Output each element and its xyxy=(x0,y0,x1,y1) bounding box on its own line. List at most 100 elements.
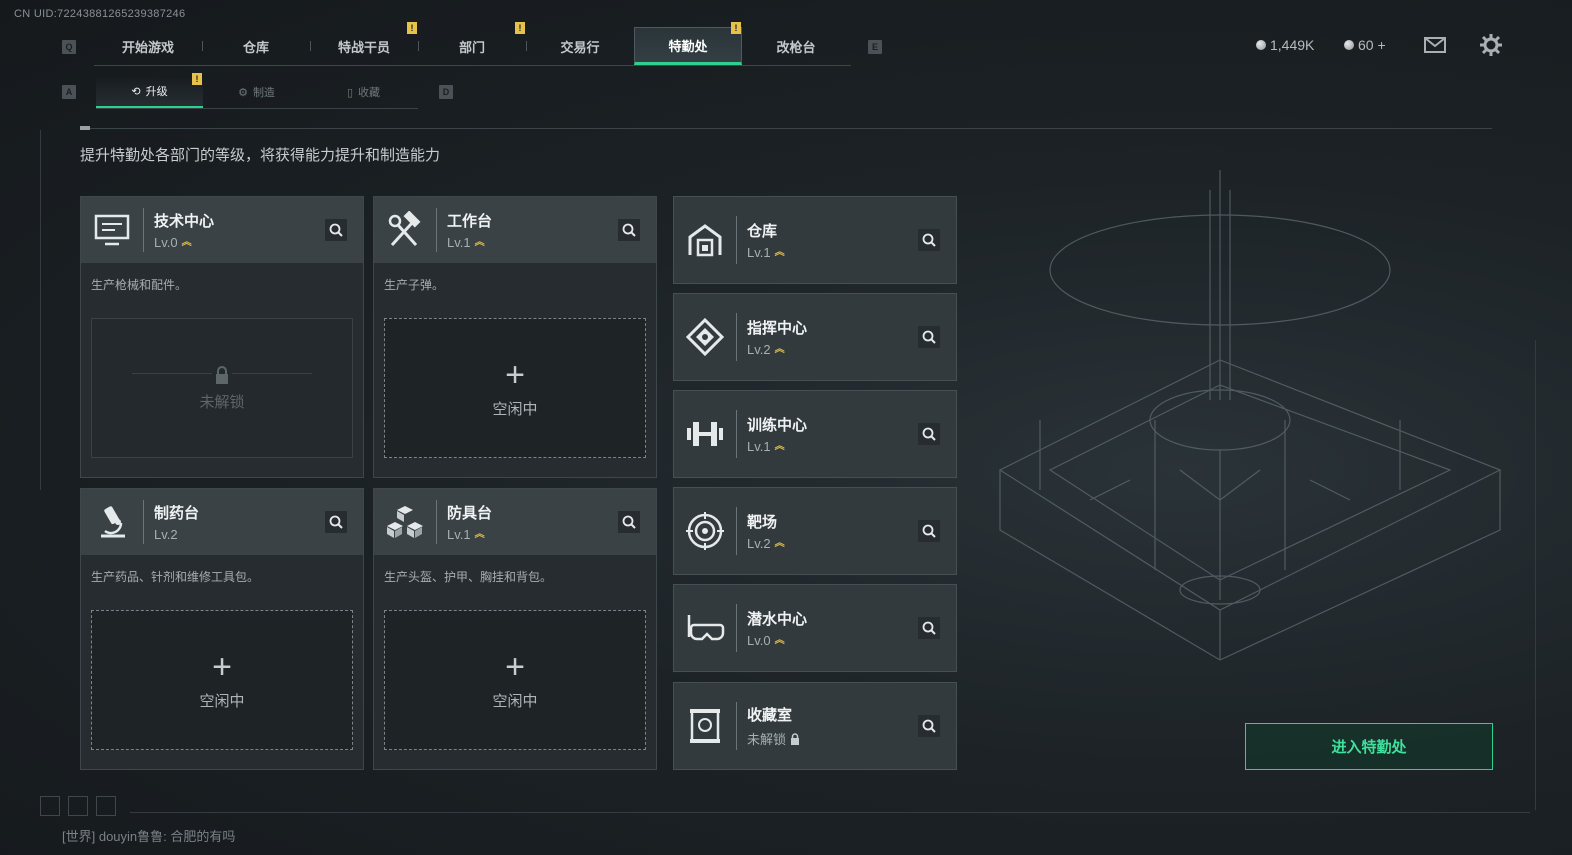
collection-icon: ▯ xyxy=(346,86,354,99)
card-level: Lv.1 ︽ xyxy=(747,245,785,260)
alert-badge: ! xyxy=(192,73,202,85)
tab-warehouse[interactable]: 仓库 xyxy=(202,27,310,65)
tab-label: 特战干员 xyxy=(337,39,390,55)
search-icon[interactable] xyxy=(618,219,640,241)
level-text: 未解锁 xyxy=(747,732,787,747)
list-item-training-center[interactable]: 训练中心 Lv.1 ︽ xyxy=(673,390,957,478)
card-info: 靶场 Lv.2 ︽ xyxy=(747,511,785,551)
card-pharmacy: 制药台 Lv.2 生产药品、针剂和维修工具包。 + 空闲中 xyxy=(80,488,364,770)
list-item-shooting-range[interactable]: 靶场 Lv.2 ︽ xyxy=(673,487,957,575)
subtab-label: 制造 xyxy=(252,87,275,99)
divider xyxy=(130,812,1530,813)
alert-badge: ! xyxy=(407,22,417,34)
command-emblem-icon xyxy=(674,293,736,381)
coin-balance[interactable]: 1,449K xyxy=(1256,37,1314,53)
upgrade-icon: ⟲ xyxy=(131,85,141,98)
subtab-collection[interactable]: ▯ 收藏 xyxy=(310,76,417,108)
card-header: 制药台 Lv.2 xyxy=(81,489,363,555)
card-info: 制药台 Lv.2 xyxy=(154,502,199,542)
upgrade-available-icon: ︽ xyxy=(181,236,192,248)
level-text: Lv.0 xyxy=(747,633,771,648)
level-text: Lv.0 xyxy=(154,235,178,250)
frame-line xyxy=(1535,340,1536,810)
upgrade-available-icon: ︽ xyxy=(774,440,785,452)
list-item-command-center[interactable]: 指挥中心 Lv.2 ︽ xyxy=(673,293,957,381)
divider xyxy=(436,500,437,544)
target-icon xyxy=(674,487,736,575)
subtab-label: 收藏 xyxy=(358,87,381,99)
tab-label: 交易行 xyxy=(560,39,600,55)
tab-label: 特勤处 xyxy=(668,38,708,54)
search-icon[interactable] xyxy=(918,326,940,348)
tab-operators[interactable]: 特战干员 xyxy=(310,27,418,65)
mail-icon[interactable] xyxy=(1424,37,1446,58)
card-title: 指挥中心 xyxy=(747,320,808,337)
ticket-balance[interactable]: 60 + xyxy=(1344,37,1386,53)
chat-message[interactable]: [世界] douyin鲁鲁: 合肥的有吗 xyxy=(62,826,235,845)
tab-gunsmith[interactable]: 改枪台 xyxy=(742,27,850,65)
production-slot[interactable]: + 空闲中 xyxy=(384,610,646,750)
divider xyxy=(202,41,203,51)
card-level: Lv.1 ︽ xyxy=(747,439,807,454)
divider xyxy=(526,41,527,51)
search-icon[interactable] xyxy=(918,520,940,542)
chat-settings-button[interactable] xyxy=(96,796,116,816)
production-slot-locked: 未解锁 xyxy=(91,318,353,458)
slot-status: 空闲中 xyxy=(199,692,245,710)
divider xyxy=(736,604,737,652)
settings-gear-icon[interactable] xyxy=(1480,34,1502,61)
frame-line xyxy=(40,130,41,490)
card-level: Lv.2 ︽ xyxy=(747,536,785,551)
dumbbell-icon xyxy=(674,390,736,478)
card-description: 生产子弹。 xyxy=(384,278,445,292)
list-item-warehouse[interactable]: 仓库 Lv.1 ︽ xyxy=(673,196,957,284)
card-description: 生产药品、针剂和维修工具包。 xyxy=(91,570,260,584)
divider xyxy=(418,41,419,51)
lock-icon xyxy=(791,732,800,745)
chat-channel-button[interactable] xyxy=(40,796,60,816)
key-hint-d: D xyxy=(439,85,453,99)
card-title: 制药台 xyxy=(154,505,200,522)
warehouse-icon xyxy=(674,196,736,284)
tab-start-game[interactable]: 开始游戏 xyxy=(94,27,202,65)
slot-status: 未解锁 xyxy=(199,393,245,411)
upgrade-available-icon: ︽ xyxy=(774,246,785,258)
divider xyxy=(436,208,437,252)
upgrade-available-icon: ︽ xyxy=(774,634,785,646)
enter-special-ops-button[interactable]: 进入特勤处 xyxy=(1245,723,1493,770)
level-text: Lv.1 xyxy=(447,235,471,250)
chat-emoji-button[interactable] xyxy=(68,796,88,816)
tab-departments[interactable]: 部门 xyxy=(418,27,526,65)
search-icon[interactable] xyxy=(918,617,940,639)
search-icon[interactable] xyxy=(325,219,347,241)
card-info: 潜水中心 Lv.0 ︽ xyxy=(747,608,807,648)
search-icon[interactable] xyxy=(325,511,347,533)
slot-status: 空闲中 xyxy=(492,692,538,710)
subtab-upgrade[interactable]: ⟲ 升级 xyxy=(96,76,203,108)
add-icon: + xyxy=(212,647,232,686)
divider xyxy=(143,208,144,252)
card-title: 技术中心 xyxy=(154,213,215,230)
display-case-icon xyxy=(674,682,736,770)
list-item-diving-center[interactable]: 潜水中心 Lv.0 ︽ xyxy=(673,584,957,672)
ticket-icon xyxy=(1344,40,1354,50)
coin-icon xyxy=(1256,40,1266,50)
production-slot[interactable]: + 空闲中 xyxy=(384,318,646,458)
card-workbench: 工作台 Lv.1 ︽ 生产子弹。 + 空闲中 xyxy=(373,196,657,478)
search-icon[interactable] xyxy=(918,715,940,737)
divider xyxy=(736,216,737,264)
divider xyxy=(80,128,1492,129)
tab-special-ops[interactable]: 特勤处 xyxy=(634,27,742,65)
search-icon[interactable] xyxy=(918,423,940,445)
list-item-collection-room[interactable]: 收藏室 未解锁 xyxy=(673,682,957,770)
tab-label: 部门 xyxy=(458,39,485,55)
card-level: Lv.1 ︽ xyxy=(447,527,492,542)
card-info: 防具台 Lv.1 ︽ xyxy=(447,502,492,542)
search-icon[interactable] xyxy=(618,511,640,533)
search-icon[interactable] xyxy=(918,229,940,251)
card-info: 技术中心 Lv.0 ︽ xyxy=(154,210,214,250)
tab-trading[interactable]: 交易行 xyxy=(526,27,634,65)
subtab-craft[interactable]: ⚙ 制造 xyxy=(203,76,310,108)
production-slot[interactable]: + 空闲中 xyxy=(91,610,353,750)
slot-status: 空闲中 xyxy=(492,400,538,418)
